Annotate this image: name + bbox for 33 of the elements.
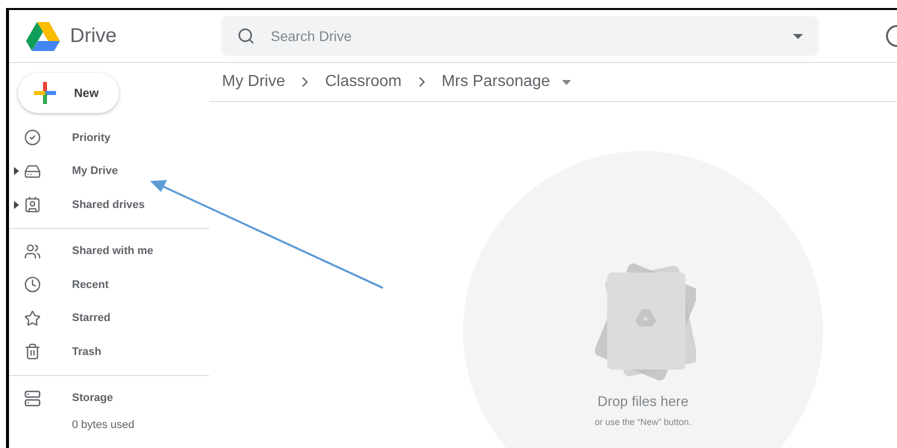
dropdown-caret-icon[interactable]	[793, 34, 804, 38]
drop-title: Drop files here	[597, 393, 689, 409]
nav-item[interactable]: Storage	[72, 392, 113, 404]
nav-icon	[24, 162, 41, 180]
search-icon	[236, 27, 255, 45]
drive-logo	[26, 21, 60, 51]
storage-icon	[24, 390, 41, 407]
nav-item[interactable]: Shared with me	[72, 245, 154, 258]
new-button[interactable]: New	[18, 73, 119, 113]
search-bar[interactable]: Search Drive	[220, 16, 820, 56]
search-field[interactable]: Search Drive	[268, 27, 780, 45]
nav-item[interactable]: Recent	[72, 278, 109, 291]
nav-icon	[24, 343, 41, 360]
plus-icon	[34, 82, 56, 104]
nav-item[interactable]: My Drive	[72, 165, 118, 178]
nav-icon	[24, 242, 41, 260]
breadcrumb-item[interactable]: Mrs Parsonage	[442, 73, 550, 91]
expand-arrow-icon[interactable]	[14, 167, 19, 176]
storage-usage: 0 bytes used	[72, 419, 134, 431]
nav-icon	[24, 129, 41, 146]
drop-hint: or use the “New” button.	[594, 417, 692, 427]
app-name: Drive	[70, 24, 117, 48]
nav-icon	[24, 310, 41, 327]
nav-icon	[24, 196, 41, 214]
nav-item[interactable]: Shared drives	[72, 198, 145, 211]
dropdown-caret-icon[interactable]	[562, 80, 572, 84]
breadcrumb-item[interactable]: Classroom	[325, 73, 402, 91]
nav-item[interactable]: Starred	[72, 312, 111, 324]
nav-item[interactable]: Priority	[72, 132, 111, 144]
nav-item[interactable]: Trash	[72, 346, 102, 358]
nav-icon	[24, 276, 41, 294]
breadcrumb-item[interactable]: My Drive	[222, 73, 286, 91]
expand-arrow-icon[interactable]	[14, 200, 19, 209]
